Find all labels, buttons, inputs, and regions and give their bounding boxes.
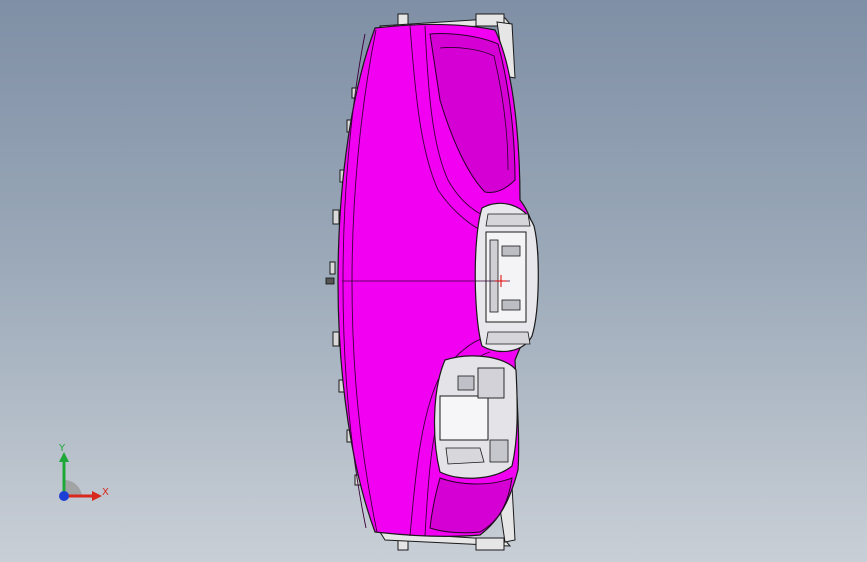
center-cluster-opening[interactable] [474, 202, 539, 353]
left-end-tip [325, 277, 335, 285]
graphics-viewport[interactable]: Y X [0, 0, 867, 562]
dashboard-part-model[interactable] [0, 0, 867, 562]
lower-compartment-opening[interactable] [433, 355, 518, 479]
lower-recess-panel [429, 477, 513, 534]
coordinate-triad: Y X [48, 438, 118, 510]
x-axis-arrowhead [92, 491, 102, 501]
y-axis-label: Y [59, 443, 66, 454]
x-axis-label: X [102, 487, 109, 498]
z-axis-icon [59, 491, 69, 501]
